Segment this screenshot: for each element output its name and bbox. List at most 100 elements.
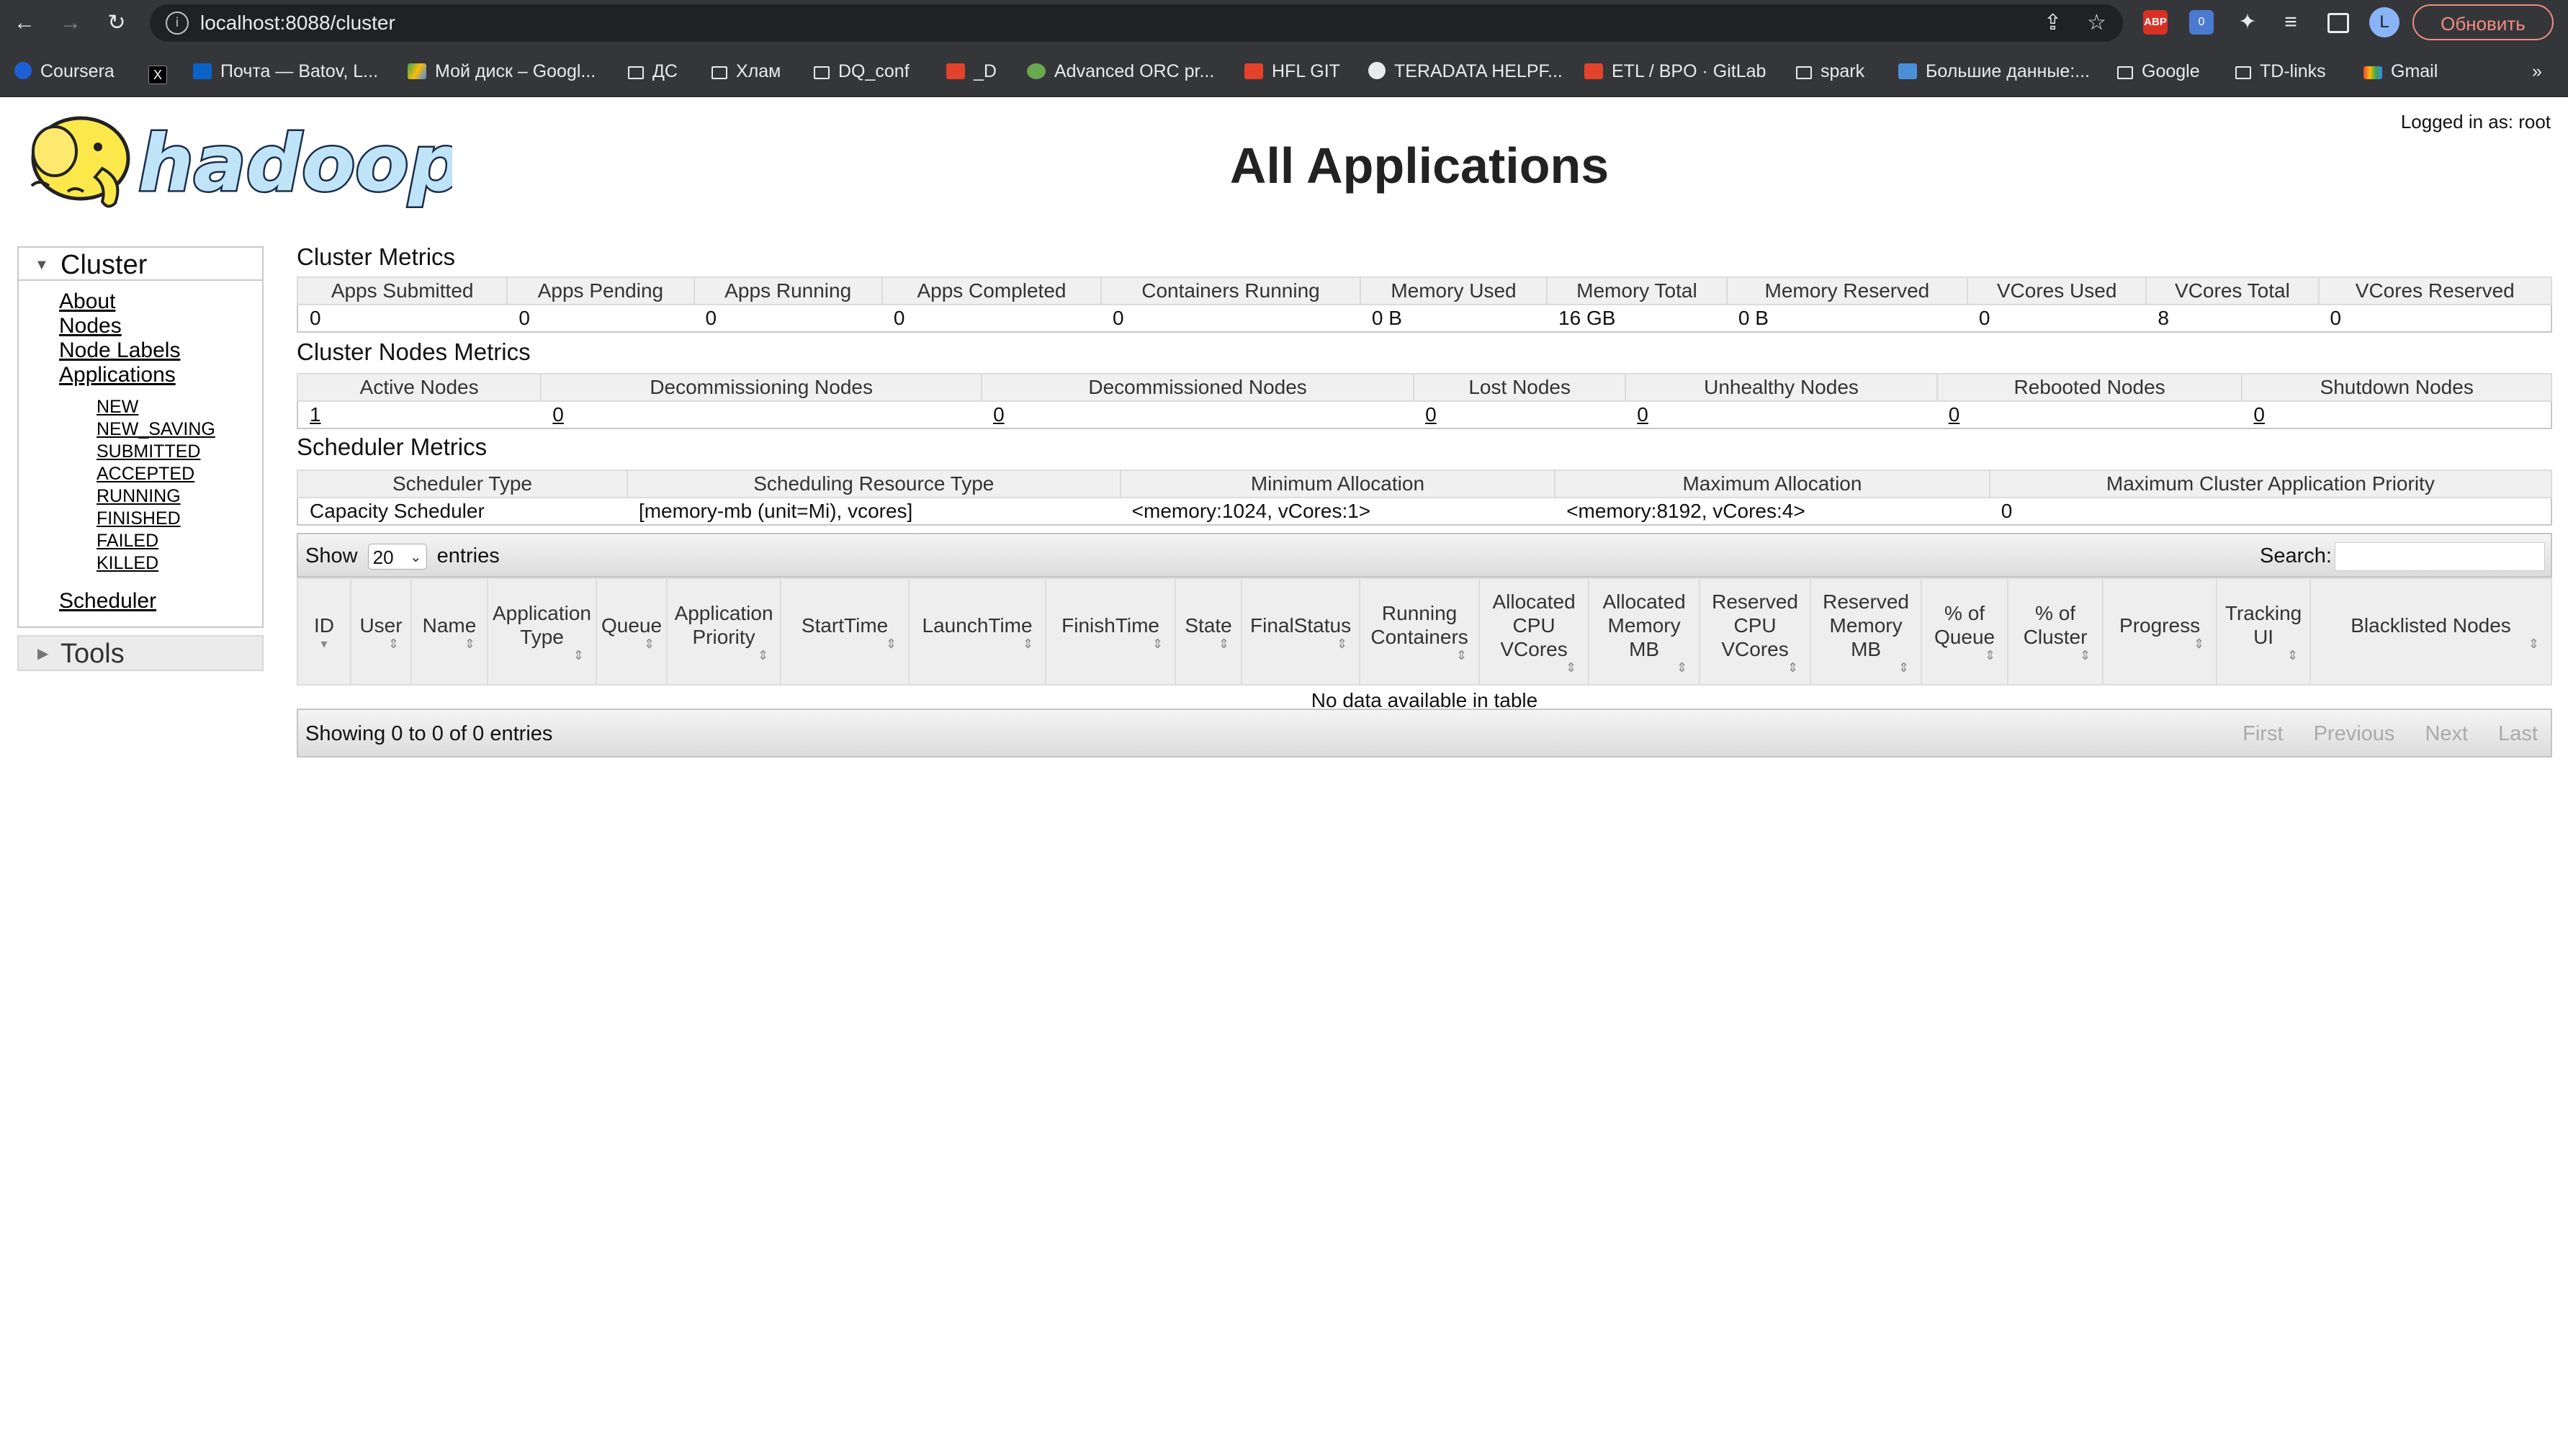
col-user[interactable]: User ⇕ bbox=[350, 578, 412, 686]
profile-avatar[interactable]: L bbox=[2369, 7, 2399, 37]
folder-icon bbox=[2235, 66, 2251, 79]
bookmark-etl-gitlab[interactable]: ETL / BPO · GitLab bbox=[1584, 46, 1766, 96]
col-reserved-memory-mb[interactable]: Reserved Memory MB ⇕ bbox=[1810, 578, 1923, 686]
forward-icon[interactable]: → bbox=[56, 9, 85, 37]
adblock-icon[interactable]: ABP bbox=[2143, 10, 2168, 35]
bookmark-big-data[interactable]: Большие данные:... bbox=[1898, 46, 2090, 96]
link-decommissioned-nodes[interactable]: 0 bbox=[982, 401, 1414, 429]
page-size-control: Show 20 ⌄ entries bbox=[305, 534, 500, 578]
col-running-containers[interactable]: Running Containers ⇕ bbox=[1359, 578, 1481, 686]
bookmark-hlam[interactable]: Хлам bbox=[711, 46, 781, 96]
col-name[interactable]: Name ⇕ bbox=[410, 578, 488, 686]
nav-state-new-saving[interactable]: NEW_SAVING bbox=[96, 418, 262, 441]
extension-badge-icon[interactable]: 0 bbox=[2189, 10, 2214, 35]
pager-first-button[interactable]: First bbox=[2242, 722, 2283, 745]
bookmark-coursera[interactable]: Coursera bbox=[14, 46, 115, 96]
bookmark-google[interactable]: Google bbox=[2117, 46, 2200, 96]
nav-state-accepted[interactable]: ACCEPTED bbox=[96, 463, 262, 485]
nav-nodes[interactable]: Nodes bbox=[59, 314, 262, 338]
reading-list-icon[interactable]: ≡ bbox=[2279, 10, 2303, 35]
link-rebooted-nodes[interactable]: 0 bbox=[1936, 401, 2242, 429]
address-bar[interactable]: i localhost:8088/cluster ⇪ ☆ bbox=[150, 4, 2123, 42]
col-reserved-cpu-vcores[interactable]: Reserved CPU VCores ⇕ bbox=[1699, 578, 1812, 686]
bookmark-spark[interactable]: spark bbox=[1796, 46, 1864, 96]
col-progress[interactable]: Progress ⇕ bbox=[2102, 578, 2218, 686]
update-browser-button[interactable]: Обновить bbox=[2412, 4, 2554, 40]
col-application-priority[interactable]: Application Priority ⇕ bbox=[666, 578, 782, 686]
link-active-nodes[interactable]: 1 bbox=[296, 401, 542, 429]
col-blacklisted-nodes[interactable]: Blacklisted Nodes ⇕ bbox=[2309, 578, 2552, 686]
share-icon[interactable]: ⇪ bbox=[2044, 10, 2062, 36]
bookmark-dq-conf[interactable]: DQ_conf bbox=[814, 46, 910, 96]
bookmark-ds[interactable]: ДС bbox=[628, 46, 678, 96]
col-tracking-ui[interactable]: Tracking UI ⇕ bbox=[2216, 578, 2312, 686]
nav-state-failed[interactable]: FAILED bbox=[96, 530, 262, 552]
link-decommissioning-nodes[interactable]: 0 bbox=[541, 401, 982, 429]
gitlab-icon bbox=[946, 63, 965, 79]
col-state[interactable]: State ⇕ bbox=[1175, 578, 1243, 686]
tools-accordion-header[interactable]: ▶ Tools bbox=[17, 635, 264, 671]
col-decommissioned-nodes: Decommissioned Nodes bbox=[981, 373, 1415, 402]
col-application-type[interactable]: Application Type ⇕ bbox=[487, 578, 597, 686]
col-scheduler-type: Scheduler Type bbox=[297, 469, 628, 498]
bookmark-d[interactable]: _D bbox=[946, 46, 997, 96]
cluster-accordion-header[interactable]: ▼ Cluster bbox=[17, 246, 264, 281]
cluster-menu: About Nodes Node Labels Applications NEW… bbox=[17, 281, 264, 628]
search-input[interactable] bbox=[2335, 542, 2545, 572]
col-unhealthy-nodes: Unhealthy Nodes bbox=[1625, 373, 1938, 402]
nav-about[interactable]: About bbox=[59, 289, 262, 314]
pager-next-button[interactable]: Next bbox=[2425, 722, 2468, 745]
col-percent-of-queue[interactable]: % of Queue ⇕ bbox=[1921, 578, 2009, 686]
value-max-cluster-app-priority: 0 bbox=[1989, 498, 2553, 526]
pager-last-button[interactable]: Last bbox=[2498, 722, 2538, 745]
col-allocated-cpu-vcores[interactable]: Allocated CPU VCores ⇕ bbox=[1478, 578, 1590, 686]
back-icon[interactable]: ← bbox=[10, 9, 39, 37]
page-size-select[interactable]: 20 ⌄ bbox=[367, 544, 427, 570]
apps-table-footer: Showing 0 to 0 of 0 entries First Previo… bbox=[297, 709, 2552, 758]
nav-state-finished[interactable]: FINISHED bbox=[96, 508, 262, 530]
site-info-icon[interactable]: i bbox=[166, 12, 189, 35]
col-id[interactable]: ID ▾ bbox=[297, 578, 351, 686]
bookmark-teradata[interactable]: TERADATA HELPF... bbox=[1368, 46, 1563, 96]
extensions-puzzle-icon[interactable]: ✦ bbox=[2235, 10, 2260, 35]
link-lost-nodes[interactable]: 0 bbox=[1414, 401, 1626, 429]
bookmark-gmail[interactable]: Gmail bbox=[2363, 46, 2438, 96]
side-panel-icon[interactable] bbox=[2327, 13, 2349, 33]
nav-state-killed[interactable]: KILLED bbox=[96, 552, 262, 575]
value-minimum-allocation: <memory:1024, vCores:1> bbox=[1120, 498, 1555, 526]
col-minimum-allocation: Minimum Allocation bbox=[1119, 469, 1556, 498]
bookmark-orc[interactable]: Advanced ORC pr... bbox=[1027, 46, 1214, 96]
bookmark-mail[interactable]: Почта — Batov, L... bbox=[193, 46, 378, 96]
bookmark-hfl-git[interactable]: HFL GIT bbox=[1244, 46, 1340, 96]
col-finish-time[interactable]: FinishTime ⇕ bbox=[1045, 578, 1177, 686]
nav-scheduler[interactable]: Scheduler bbox=[59, 589, 262, 614]
nav-node-labels[interactable]: Node Labels bbox=[59, 338, 262, 363]
value-vcores-used: 0 bbox=[1967, 305, 2147, 333]
nodes-metrics-title: Cluster Nodes Metrics bbox=[297, 338, 531, 365]
nav-applications[interactable]: Applications bbox=[59, 363, 262, 387]
nav-state-submitted[interactable]: SUBMITTED bbox=[96, 441, 262, 463]
col-launch-time[interactable]: LaunchTime ⇕ bbox=[908, 578, 1047, 686]
bookmarks-more-icon[interactable]: » bbox=[2532, 46, 2542, 96]
reload-icon[interactable]: ↻ bbox=[102, 9, 131, 37]
link-unhealthy-nodes[interactable]: 0 bbox=[1625, 401, 1937, 429]
sort-icon: ⇕ bbox=[885, 636, 897, 651]
url-text: localhost:8088/cluster bbox=[200, 12, 395, 34]
bookmark-drive[interactable]: Мой диск – Googl... bbox=[408, 46, 596, 96]
col-start-time[interactable]: StartTime ⇕ bbox=[780, 578, 910, 686]
pager-previous-button[interactable]: Previous bbox=[2314, 722, 2395, 745]
col-final-status[interactable]: FinalStatus ⇕ bbox=[1241, 578, 1361, 686]
bookmark-star-icon[interactable]: ☆ bbox=[2087, 10, 2106, 36]
bookmark-x[interactable]: X bbox=[148, 46, 176, 96]
nav-state-new[interactable]: NEW bbox=[96, 396, 262, 418]
col-queue[interactable]: Queue ⇕ bbox=[595, 578, 668, 686]
value-containers-running: 0 bbox=[1101, 305, 1360, 333]
sort-icon: ⇕ bbox=[1455, 648, 1468, 662]
bookmark-td-links[interactable]: TD-links bbox=[2235, 46, 2326, 96]
link-shutdown-nodes[interactable]: 0 bbox=[2242, 401, 2552, 429]
col-allocated-memory-mb[interactable]: Allocated Memory MB ⇕ bbox=[1588, 578, 1701, 686]
col-percent-of-cluster[interactable]: % of Cluster ⇕ bbox=[2007, 578, 2104, 686]
col-memory-used: Memory Used bbox=[1359, 277, 1548, 305]
nav-state-running[interactable]: RUNNING bbox=[96, 485, 262, 508]
value-maximum-allocation: <memory:8192, vCores:4> bbox=[1555, 498, 1990, 526]
